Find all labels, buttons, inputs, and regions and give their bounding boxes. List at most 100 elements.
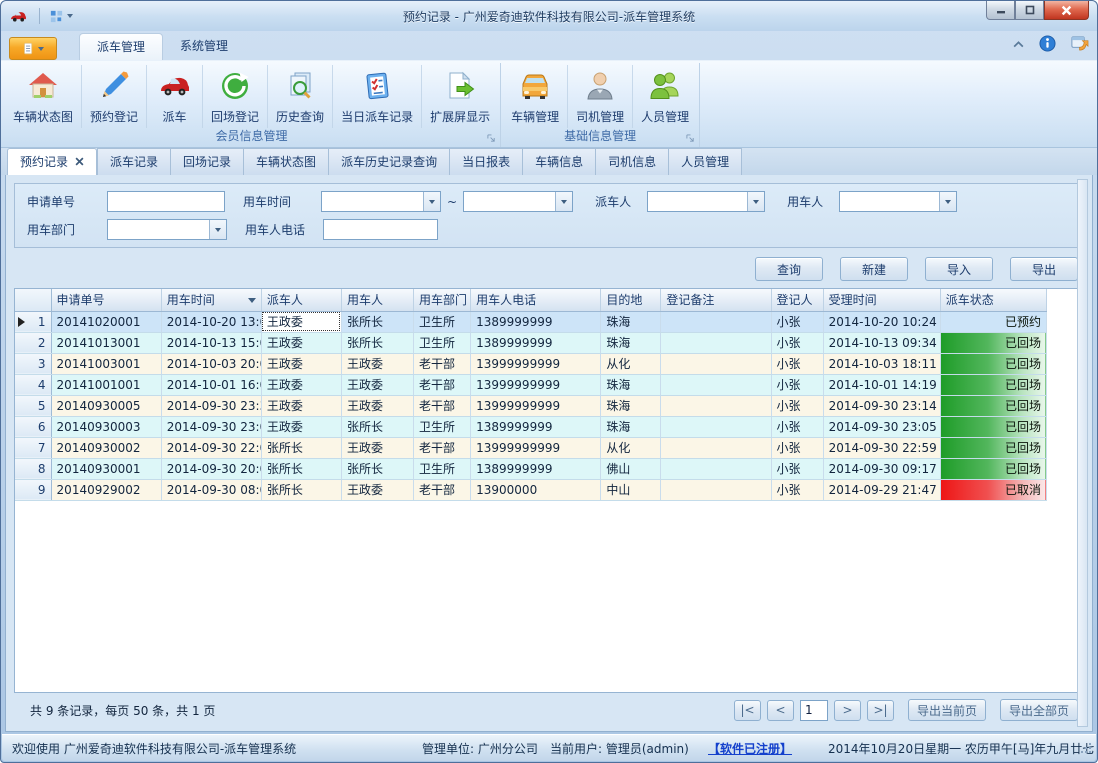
- cell-登记人[interactable]: 小张: [771, 395, 823, 416]
- cell-用车人电话[interactable]: 1389999999: [471, 458, 601, 479]
- cell-登记人[interactable]: 小张: [771, 374, 823, 395]
- ribbon-button-车辆管理[interactable]: 车辆管理: [503, 65, 568, 128]
- cell-目的地[interactable]: 佛山: [601, 458, 661, 479]
- cell-登记备注[interactable]: [661, 374, 771, 395]
- cell-派车人[interactable]: 王政委: [261, 395, 341, 416]
- cell-用车人电话[interactable]: 1389999999: [471, 416, 601, 437]
- table-row[interactable]: 9201409290022014-09-30 08:00张所长王政委老干部139…: [15, 479, 1047, 500]
- cell-派车状态[interactable]: 已回场: [940, 395, 1046, 416]
- cell-目的地[interactable]: 珠海: [601, 332, 661, 353]
- cell-用车人[interactable]: 张所长: [341, 416, 413, 437]
- ribbon-tab-派车管理[interactable]: 派车管理: [79, 33, 163, 60]
- cell-派车人[interactable]: 张所长: [261, 437, 341, 458]
- cell-派车状态[interactable]: 已回场: [940, 458, 1046, 479]
- cell-申请单号[interactable]: 20141020001: [51, 311, 161, 332]
- quick-access-toolbar-button[interactable]: [46, 7, 76, 26]
- query-button[interactable]: 查询: [755, 257, 823, 281]
- export-all-pages-button[interactable]: 导出全部页: [1000, 699, 1078, 721]
- prev-page-button[interactable]: <: [767, 700, 794, 721]
- cell-用车人[interactable]: 王政委: [341, 437, 413, 458]
- cell-登记备注[interactable]: [661, 437, 771, 458]
- car-user-dropdown[interactable]: [839, 191, 957, 212]
- cell-用车部门[interactable]: 卫生所: [414, 311, 471, 332]
- cell-用车人[interactable]: 王政委: [341, 353, 413, 374]
- doc-tab-回场记录[interactable]: 回场记录: [170, 148, 243, 175]
- cell-用车部门[interactable]: 老干部: [414, 437, 471, 458]
- cell-受理时间[interactable]: 2014-10-03 18:11: [823, 353, 940, 374]
- cell-用车部门[interactable]: 卫生所: [414, 332, 471, 353]
- cell-派车人[interactable]: 王政委: [261, 332, 341, 353]
- cell-派车状态[interactable]: 已回场: [940, 374, 1046, 395]
- table-row[interactable]: 4201410010012014-10-01 16:00王政委王政委老干部139…: [15, 374, 1047, 395]
- table-row[interactable]: 1201410200012014-10-20 13:00王政委张所长卫生所138…: [15, 311, 1047, 332]
- ribbon-button-司机管理[interactable]: 司机管理: [568, 65, 633, 128]
- cell-用车时间[interactable]: 2014-10-20 13:00: [161, 311, 261, 332]
- cell-用车人[interactable]: 张所长: [341, 311, 413, 332]
- cell-用车时间[interactable]: 2014-09-30 23:00: [161, 416, 261, 437]
- next-page-button[interactable]: >: [834, 700, 861, 721]
- column-header-用车部门[interactable]: 用车部门: [414, 289, 471, 311]
- column-header-受理时间[interactable]: 受理时间: [823, 289, 940, 311]
- cell-登记备注[interactable]: [661, 353, 771, 374]
- minimize-button[interactable]: [986, 1, 1015, 20]
- cell-目的地[interactable]: 从化: [601, 437, 661, 458]
- cell-用车人电话[interactable]: 13900000: [471, 479, 601, 500]
- table-row[interactable]: 5201409300052014-09-30 23:30王政委王政委老干部139…: [15, 395, 1047, 416]
- cell-用车人电话[interactable]: 13999999999: [471, 395, 601, 416]
- update-icon[interactable]: [1070, 34, 1089, 56]
- cell-目的地[interactable]: 珠海: [601, 374, 661, 395]
- phone-input[interactable]: [323, 219, 438, 240]
- use-time-from-dropdown[interactable]: [321, 191, 441, 212]
- cell-受理时间[interactable]: 2014-09-30 22:59: [823, 437, 940, 458]
- cell-登记备注[interactable]: [661, 458, 771, 479]
- cell-登记人[interactable]: 小张: [771, 458, 823, 479]
- cell-受理时间[interactable]: 2014-10-20 10:24: [823, 311, 940, 332]
- first-page-button[interactable]: |<: [734, 700, 761, 721]
- row-indicator-header[interactable]: [15, 289, 51, 311]
- license-link[interactable]: 【软件已注册】: [708, 740, 792, 757]
- cell-用车部门[interactable]: 老干部: [414, 374, 471, 395]
- new-button[interactable]: 新建: [840, 257, 908, 281]
- cell-登记人[interactable]: 小张: [771, 353, 823, 374]
- doc-tab-司机信息[interactable]: 司机信息: [595, 148, 668, 175]
- cell-登记备注[interactable]: [661, 416, 771, 437]
- ribbon-button-历史查询[interactable]: 历史查询: [268, 65, 333, 128]
- cell-用车时间[interactable]: 2014-10-03 20:00: [161, 353, 261, 374]
- cell-目的地[interactable]: 珠海: [601, 395, 661, 416]
- cell-登记备注[interactable]: [661, 332, 771, 353]
- use-time-to-dropdown[interactable]: [463, 191, 573, 212]
- column-header-登记人[interactable]: 登记人: [771, 289, 823, 311]
- doc-tab-预约记录[interactable]: 预约记录: [7, 148, 97, 175]
- last-page-button[interactable]: >|: [867, 700, 894, 721]
- cell-申请单号[interactable]: 20140930003: [51, 416, 161, 437]
- column-header-派车人[interactable]: 派车人: [261, 289, 341, 311]
- cell-用车时间[interactable]: 2014-09-30 20:00: [161, 458, 261, 479]
- cell-受理时间[interactable]: 2014-10-13 09:34: [823, 332, 940, 353]
- cell-用车部门[interactable]: 卫生所: [414, 458, 471, 479]
- ribbon-button-预约登记[interactable]: 预约登记: [82, 65, 147, 128]
- cell-派车人[interactable]: 王政委: [261, 374, 341, 395]
- cell-派车人[interactable]: 王政委: [261, 353, 341, 374]
- cell-登记人[interactable]: 小张: [771, 437, 823, 458]
- resize-grip-icon[interactable]: [1080, 742, 1092, 757]
- cell-登记人[interactable]: 小张: [771, 311, 823, 332]
- doc-tab-当日报表[interactable]: 当日报表: [449, 148, 522, 175]
- column-header-用车时间[interactable]: 用车时间: [161, 289, 261, 311]
- doc-tab-人员管理[interactable]: 人员管理: [668, 148, 742, 175]
- cell-派车状态[interactable]: 已回场: [940, 437, 1046, 458]
- cell-申请单号[interactable]: 20140930002: [51, 437, 161, 458]
- table-row[interactable]: 8201409300012014-09-30 20:00张所长张所长卫生所138…: [15, 458, 1047, 479]
- cell-受理时间[interactable]: 2014-09-29 21:47: [823, 479, 940, 500]
- cell-申请单号[interactable]: 20140930001: [51, 458, 161, 479]
- close-tab-icon[interactable]: [75, 155, 84, 169]
- cell-目的地[interactable]: 珠海: [601, 311, 661, 332]
- export-button[interactable]: 导出: [1010, 257, 1078, 281]
- cell-派车人[interactable]: 张所长: [261, 458, 341, 479]
- cell-派车状态[interactable]: 已回场: [940, 416, 1046, 437]
- cell-受理时间[interactable]: 2014-10-01 14:19: [823, 374, 940, 395]
- table-row[interactable]: 7201409300022014-09-30 22:00张所长王政委老干部139…: [15, 437, 1047, 458]
- column-header-申请单号[interactable]: 申请单号: [51, 289, 161, 311]
- dialog-launcher-icon[interactable]: [487, 134, 496, 143]
- ribbon-tab-系统管理[interactable]: 系统管理: [163, 33, 245, 60]
- cell-用车人[interactable]: 张所长: [341, 332, 413, 353]
